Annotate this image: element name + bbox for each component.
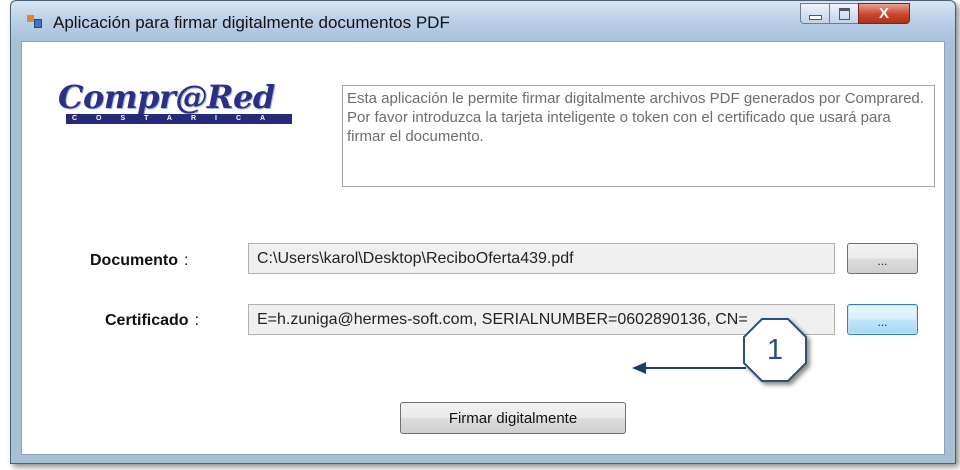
document-browse-button[interactable]: ... — [847, 243, 918, 274]
logo-text: Compr@Red — [58, 78, 275, 116]
app-window-icon[interactable] — [27, 15, 42, 30]
callout-number: 1 — [766, 333, 784, 366]
document-label-colon: : — [184, 252, 189, 269]
document-label-text: Documento — [90, 252, 178, 269]
document-label: Documento: — [90, 252, 188, 270]
sign-digitally-label: Firmar digitalmente — [448, 409, 578, 427]
close-button[interactable]: X — [858, 3, 910, 24]
sign-digitally-button[interactable]: Firmar digitalmente — [400, 402, 626, 434]
certificate-browse-button[interactable]: ... — [847, 304, 918, 335]
title-bar[interactable]: Aplicación para firmar digitalmente docu… — [11, 1, 955, 41]
window-title: Aplicación para firmar digitalmente docu… — [53, 13, 450, 32]
minimize-button[interactable] — [800, 3, 830, 24]
description-box: Esta aplicación le permite firmar digita… — [342, 85, 935, 187]
comprared-logo: Compr@Red COSTARICA — [58, 78, 298, 130]
document-path-field[interactable]: C:\Users\karol\Desktop\ReciboOferta439.p… — [248, 243, 835, 274]
maximize-button[interactable] — [829, 3, 859, 24]
certificate-label: Certificado: — [105, 312, 199, 330]
certificate-browse-label: ... — [877, 314, 888, 329]
certificate-label-text: Certificado — [105, 312, 189, 329]
document-browse-label: ... — [877, 253, 888, 268]
minimize-icon — [808, 14, 822, 20]
arrow-left-icon — [632, 362, 746, 374]
close-icon: X — [878, 5, 889, 22]
logo-subtitle: COSTARICA — [72, 115, 285, 122]
maximize-icon — [838, 7, 850, 20]
app-window: Aplicación para firmar digitalmente docu… — [10, 0, 956, 464]
client-area: Compr@Red COSTARICA Esta aplicación le p… — [21, 41, 945, 455]
certificate-label-colon: : — [194, 312, 200, 329]
